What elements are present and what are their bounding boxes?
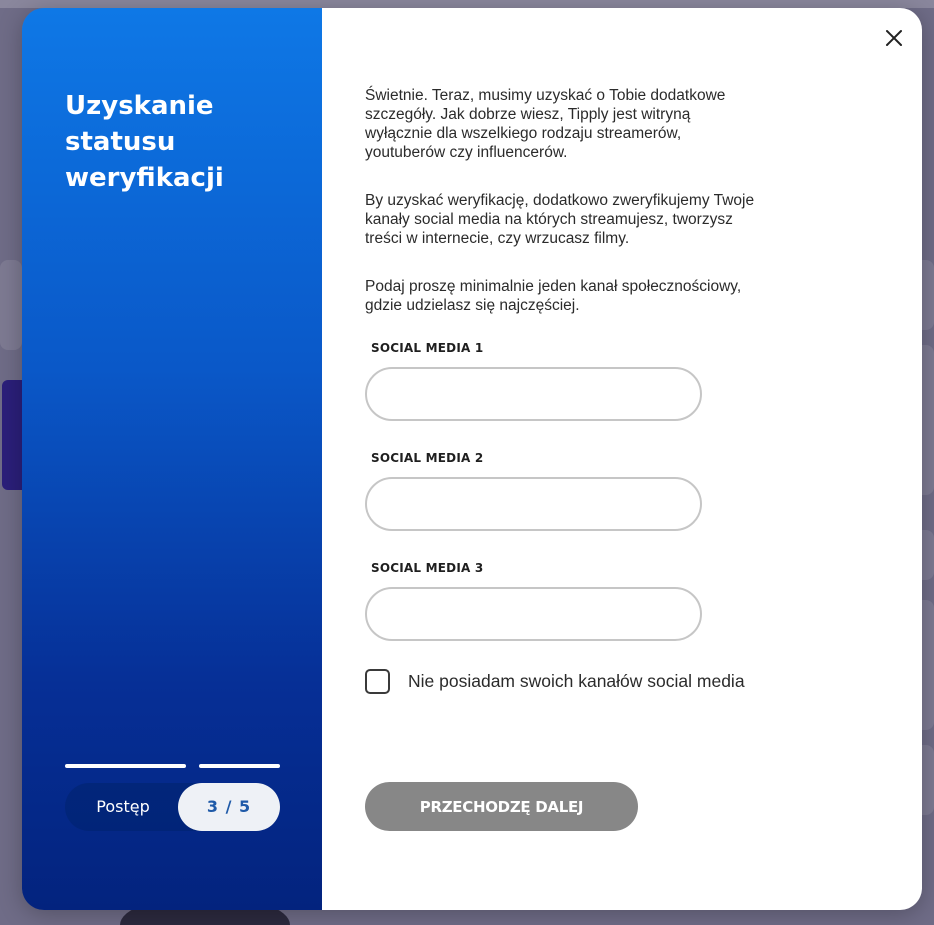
- social-media-2-label: SOCIAL MEDIA 2: [371, 451, 484, 465]
- social-media-3-label: SOCIAL MEDIA 3: [371, 561, 484, 575]
- modal-sidebar: Uzyskanie statusu weryfikacji Postęp 3 /…: [22, 8, 322, 910]
- intro-paragraph: Świetnie. Teraz, musimy uzyskać o Tobie …: [365, 87, 726, 161]
- verification-modal: Uzyskanie statusu weryfikacji Postęp 3 /…: [22, 8, 922, 910]
- social-media-2-input[interactable]: [365, 477, 702, 531]
- no-social-media-checkbox[interactable]: [365, 669, 390, 694]
- modal-title: Uzyskanie statusu weryfikacji: [65, 91, 224, 193]
- social-media-1-label: SOCIAL MEDIA 1: [371, 341, 484, 355]
- background-strip: [0, 0, 934, 8]
- no-social-media-row[interactable]: Nie posiadam swoich kanałów social media: [365, 669, 785, 694]
- background-card: [0, 260, 22, 350]
- close-icon: [886, 30, 902, 46]
- continue-button[interactable]: PRZECHODZĘ DALEJ: [365, 782, 638, 831]
- social-media-3-input[interactable]: [365, 587, 702, 641]
- intro-paragraph: Podaj proszę minimalnie jeden kanał społ…: [365, 278, 742, 314]
- progress-bar-segment-done: [65, 764, 186, 768]
- progress-indicator: Postęp 3 / 5: [65, 783, 280, 831]
- progress-bar-segment-current: [199, 764, 280, 768]
- progress-label: Postęp: [96, 797, 150, 816]
- form-content: Świetnie. Teraz, musimy uzyskać o Tobie …: [365, 86, 785, 694]
- close-button[interactable]: [880, 24, 908, 52]
- intro-paragraph: By uzyskać weryfikację, dodatkowo zweryf…: [365, 192, 755, 247]
- progress-count: 3 / 5: [178, 783, 280, 831]
- progress-bars: [65, 764, 280, 768]
- modal-content: Świetnie. Teraz, musimy uzyskać o Tobie …: [322, 8, 922, 910]
- no-social-media-label[interactable]: Nie posiadam swoich kanałów social media: [408, 671, 745, 692]
- social-media-1-input[interactable]: [365, 367, 702, 421]
